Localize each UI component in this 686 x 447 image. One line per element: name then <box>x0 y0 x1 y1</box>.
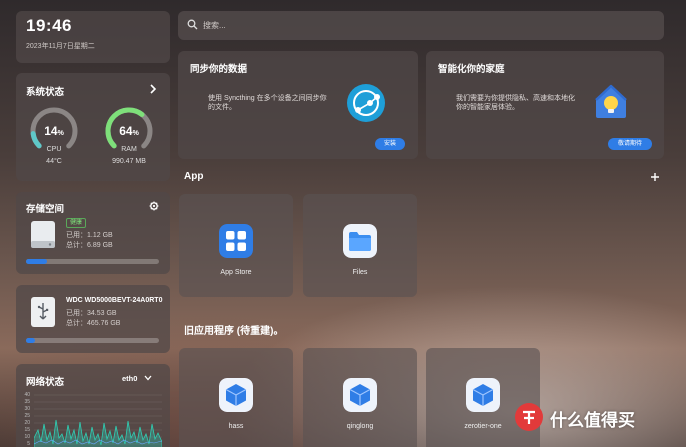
disk-usage-bar <box>26 338 159 343</box>
y-tick: 15 <box>24 427 30 433</box>
y-tick: 40 <box>24 392 30 398</box>
search-icon <box>187 19 198 30</box>
y-tick: 25 <box>24 413 30 419</box>
cpu-value: 14% <box>44 124 64 138</box>
cpu-gauge: 14% CPU 44°C <box>29 106 79 168</box>
smart-home-icon <box>595 84 627 118</box>
promo-home-card[interactable]: 智能化你的家庭 我们需要为你提供隐私、高速和本地化你的智能家居体验。 敬请期待 <box>426 51 664 159</box>
promo-sync-desc: 使用 Syncthing 在多个设备之间同步你的文件。 <box>208 95 327 111</box>
cpu-label: CPU <box>46 146 62 153</box>
app-tile-app-store[interactable]: App Store <box>179 194 293 297</box>
legacy-section-title: 旧应用程序 (待重建)。 <box>184 326 284 337</box>
clock-date: 2023年11月7日星期二 <box>26 43 95 50</box>
disk-card[interactable]: WDC WD5000BEVT-24A0RT0 已用：34.53 GB 总计：46… <box>16 285 170 353</box>
search-bar[interactable]: 搜索... <box>178 11 664 40</box>
apps-section-title: App <box>184 171 204 182</box>
gear-icon[interactable] <box>149 201 159 211</box>
y-tick: 5 <box>27 441 30 447</box>
system-status-title: 系统状态 <box>26 87 65 98</box>
hard-drive-icon <box>31 221 55 248</box>
chevron-down-icon <box>144 375 152 381</box>
disk-used: 已用：34.53 GB <box>66 310 117 317</box>
storage-title: 存储空间 <box>26 204 65 215</box>
app-label: App Store <box>220 269 252 276</box>
storage-card[interactable]: 存储空间 健康 已用：1.12 GB 总计：6.89 GB <box>16 192 170 274</box>
syncthing-icon <box>347 84 385 122</box>
app-tile-hass[interactable]: hass <box>179 348 293 447</box>
chevron-right-icon[interactable] <box>149 84 157 94</box>
app-store-icon <box>219 224 253 258</box>
app-label: qinglong <box>346 423 374 430</box>
y-tick: 20 <box>24 420 30 426</box>
folder-icon <box>343 224 377 258</box>
y-tick: 35 <box>24 399 30 405</box>
cube-icon <box>466 378 500 412</box>
storage-total: 总计：6.89 GB <box>66 242 113 249</box>
clock-card: 19:46 2023年11月7日星期二 <box>16 11 170 63</box>
watermark-text: 什么值得买 <box>550 411 635 430</box>
app-tile-zerotier-one[interactable]: zerotier-one <box>426 348 540 447</box>
watermark-logo-icon <box>515 403 543 431</box>
usb-drive-icon <box>31 297 55 327</box>
cube-icon <box>219 378 253 412</box>
coming-soon-button[interactable]: 敬请期待 <box>608 138 652 150</box>
app-tile-qinglong[interactable]: qinglong <box>303 348 417 447</box>
cpu-temp: 44°C <box>46 158 62 165</box>
y-tick: 10 <box>24 434 30 440</box>
promo-sync-title: 同步你的数据 <box>190 64 248 75</box>
disk-name: WDC WD5000BEVT-24A0RT0 <box>66 297 163 304</box>
app-label: Files <box>352 269 368 276</box>
storage-usage-bar <box>26 259 159 264</box>
network-chart <box>34 394 162 447</box>
app-tile-files[interactable]: Files <box>303 194 417 297</box>
cube-icon <box>343 378 377 412</box>
plus-icon[interactable] <box>650 172 660 182</box>
interface-value: eth0 <box>122 374 138 383</box>
interface-select[interactable]: eth0 <box>122 374 152 383</box>
disk-total: 总计：465.76 GB <box>66 320 121 327</box>
app-label: hass <box>228 423 244 430</box>
storage-usage-fill <box>26 259 48 264</box>
system-status-card[interactable]: 系统状态 14% CPU 44°C 64% RAM 990.47 MB <box>16 73 170 181</box>
ram-label: RAM <box>121 146 137 153</box>
clock-time: 19:46 <box>26 16 72 35</box>
ram-used: 990.47 MB <box>112 158 146 165</box>
y-tick: 30 <box>24 406 30 412</box>
disk-usage-fill <box>26 338 36 343</box>
promo-home-desc: 我们需要为你提供隐私、高速和本地化你的智能家居体验。 <box>456 95 575 111</box>
promo-sync-card[interactable]: 同步你的数据 使用 Syncthing 在多个设备之间同步你的文件。 安装 <box>178 51 418 159</box>
network-card[interactable]: 网络状态 eth0 40 35 30 25 20 15 10 5 <box>16 364 170 447</box>
search-input[interactable]: 搜索... <box>203 20 226 31</box>
install-button[interactable]: 安装 <box>375 138 405 150</box>
health-badge: 健康 <box>66 218 87 228</box>
ram-value: 64% <box>119 124 139 138</box>
ram-gauge: 64% RAM 990.47 MB <box>104 106 154 168</box>
network-series-rx <box>34 419 162 447</box>
storage-used: 已用：1.12 GB <box>66 232 113 239</box>
promo-home-title: 智能化你的家庭 <box>438 64 505 75</box>
network-title: 网络状态 <box>26 377 65 388</box>
